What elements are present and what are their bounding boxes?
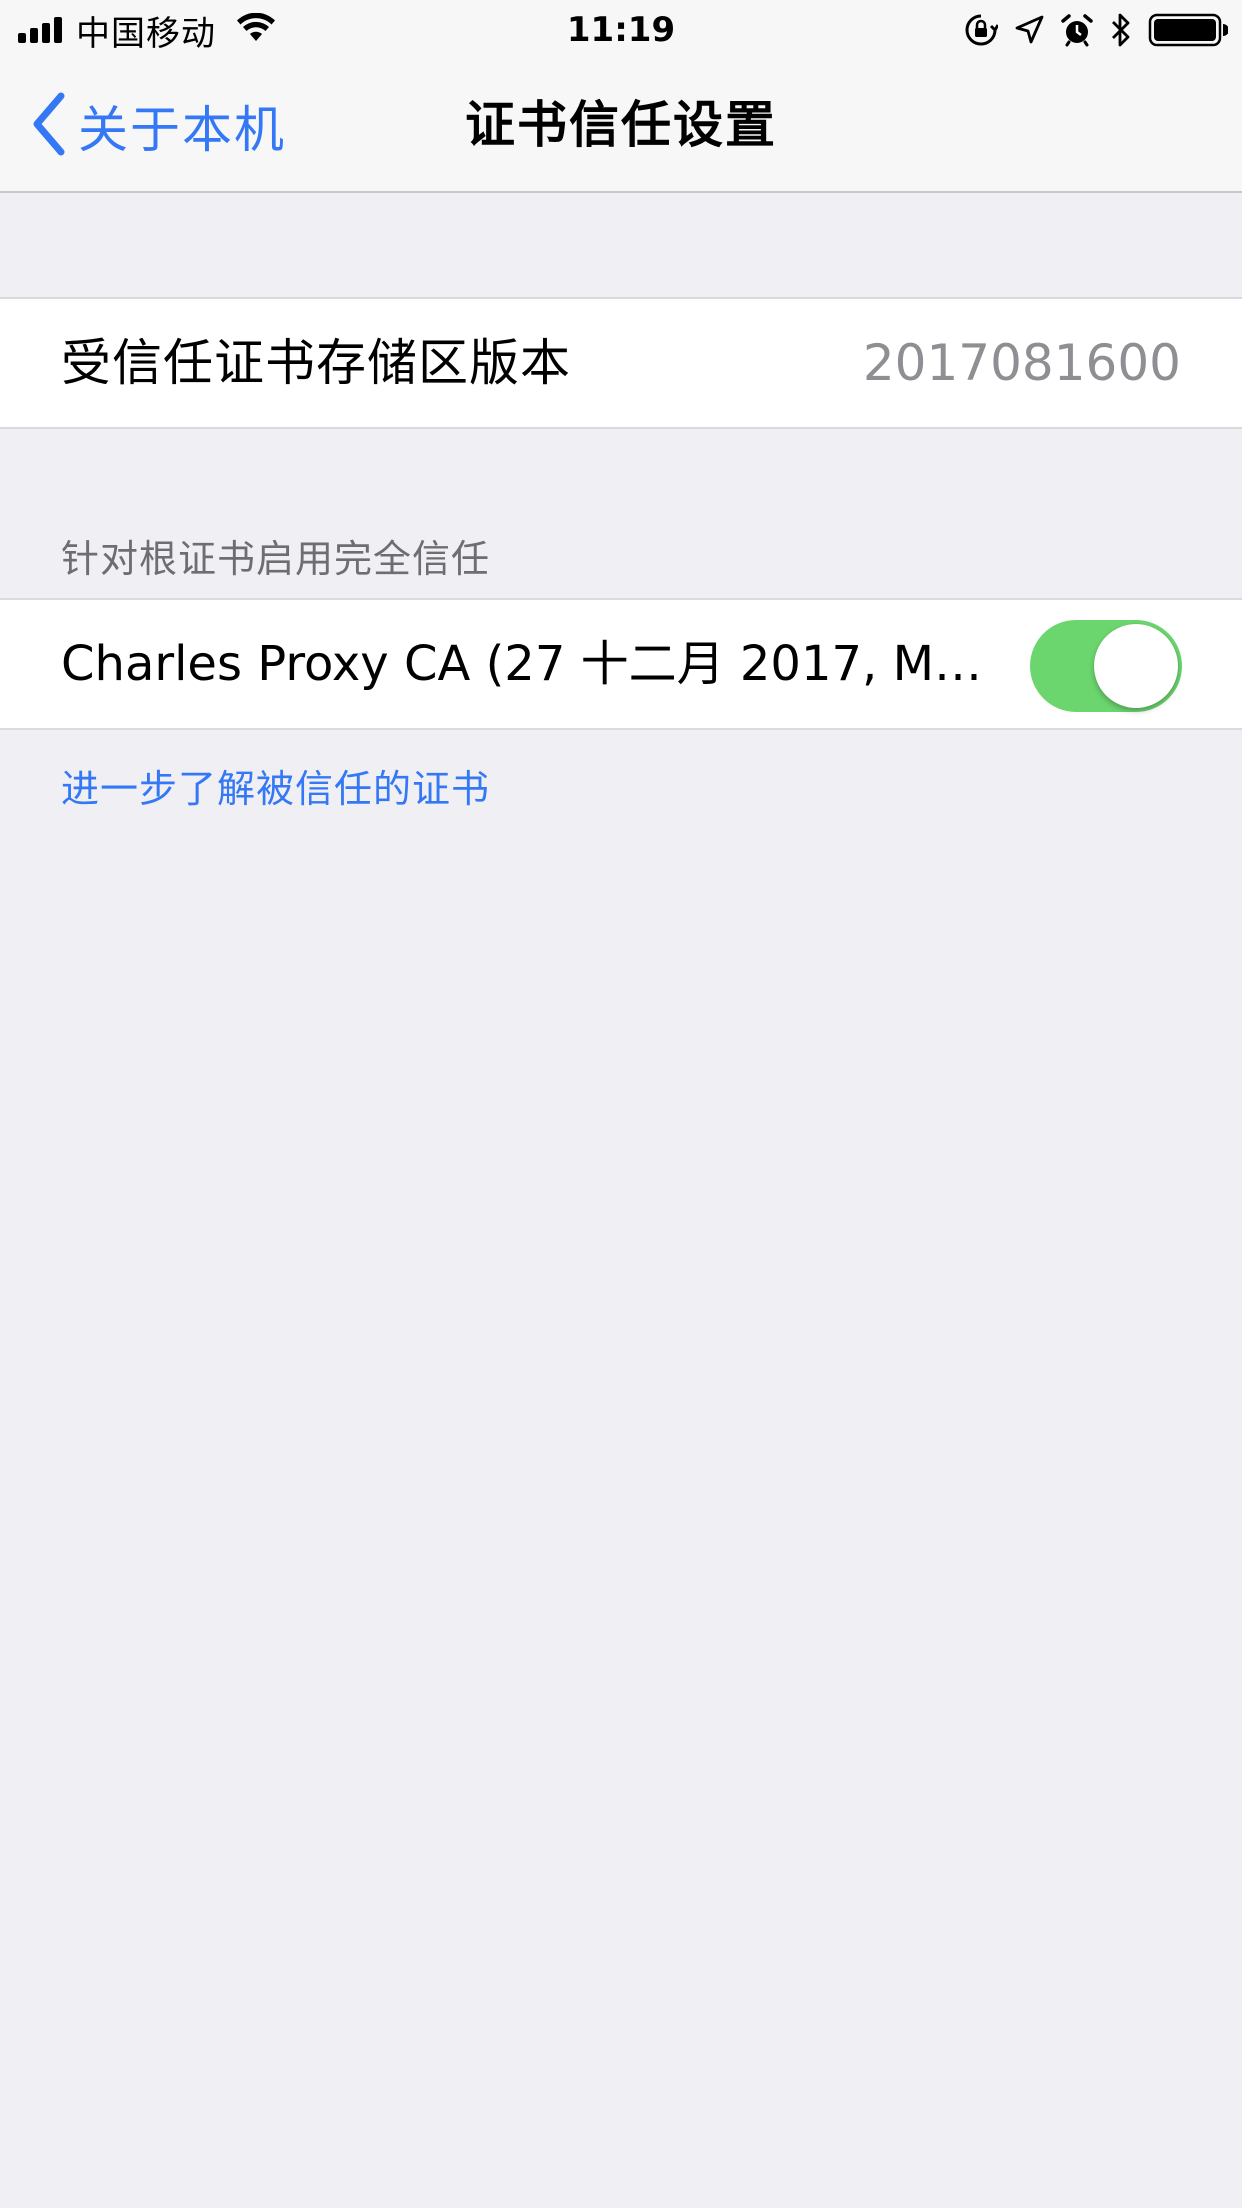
learn-more-link[interactable]: 进一步了解被信任的证书 <box>61 758 490 813</box>
trust-store-version-row: 受信任证书存储区版本 2017081600 <box>0 297 1242 429</box>
certificate-trust-toggle[interactable] <box>1030 620 1182 712</box>
trust-store-version-value: 2017081600 <box>862 334 1181 392</box>
location-icon <box>1014 15 1044 45</box>
alarm-icon <box>1060 13 1094 47</box>
trust-store-version-label: 受信任证书存储区版本 <box>61 334 571 392</box>
certificate-row: Charles Proxy CA (27 十二月 2017, Mac… <box>0 598 1242 730</box>
orientation-lock-icon <box>964 13 998 47</box>
toggle-knob <box>1094 624 1178 708</box>
page-title: 证书信任设置 <box>465 96 777 154</box>
status-bar: 中国移动 11:19 <box>0 0 1242 60</box>
navigation-bar: 关于本机 证书信任设置 <box>0 60 1242 193</box>
bluetooth-icon <box>1110 12 1132 48</box>
battery-icon <box>1148 12 1228 48</box>
certificate-name: Charles Proxy CA (27 十二月 2017, Mac… <box>61 636 1011 692</box>
status-bar-right <box>948 0 1228 60</box>
section-header-full-trust: 针对根证书启用完全信任 <box>61 537 491 581</box>
